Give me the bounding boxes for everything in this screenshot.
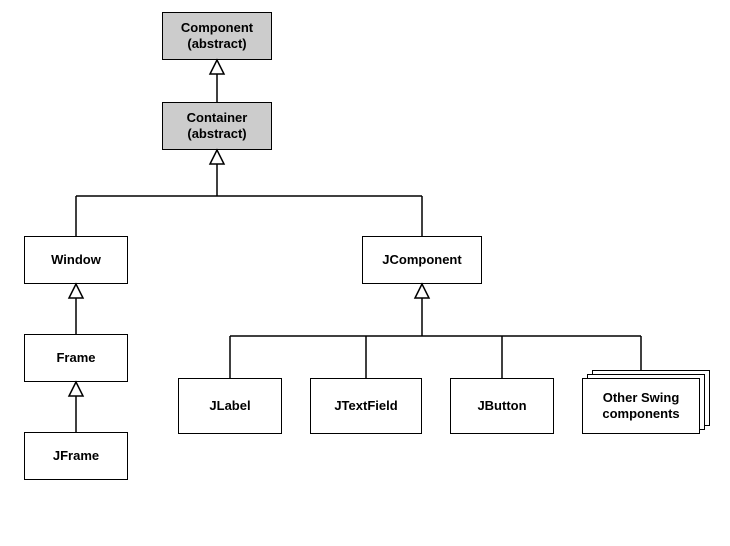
class-other-swing: Other Swing components — [582, 378, 700, 434]
class-name: Frame — [56, 350, 95, 366]
class-name: JButton — [477, 398, 526, 414]
class-jlabel: JLabel — [178, 378, 282, 434]
class-name: JTextField — [334, 398, 397, 414]
class-name: JFrame — [53, 448, 99, 464]
class-name-line1: Other Swing — [603, 390, 680, 406]
class-jbutton: JButton — [450, 378, 554, 434]
class-jframe: JFrame — [24, 432, 128, 480]
arrow-frame-window — [69, 284, 83, 298]
class-window: Window — [24, 236, 128, 284]
class-name: Container — [187, 110, 248, 126]
arrow-container-component — [210, 60, 224, 74]
class-frame: Frame — [24, 334, 128, 382]
class-name: JLabel — [209, 398, 250, 414]
arrow-jframe-frame — [69, 382, 83, 396]
class-other-swing-stack: Other Swing components — [582, 370, 710, 434]
class-name: Component — [181, 20, 253, 36]
class-stereotype: (abstract) — [187, 36, 246, 52]
class-jcomponent: JComponent — [362, 236, 482, 284]
class-component: Component (abstract) — [162, 12, 272, 60]
arrow-to-container — [210, 150, 224, 164]
class-name-line2: components — [602, 406, 679, 422]
diagram-canvas: Component (abstract) Container (abstract… — [0, 0, 730, 546]
arrow-to-jcomponent — [415, 284, 429, 298]
class-container: Container (abstract) — [162, 102, 272, 150]
class-stereotype: (abstract) — [187, 126, 246, 142]
class-name: Window — [51, 252, 101, 268]
class-jtextfield: JTextField — [310, 378, 422, 434]
class-name: JComponent — [382, 252, 461, 268]
